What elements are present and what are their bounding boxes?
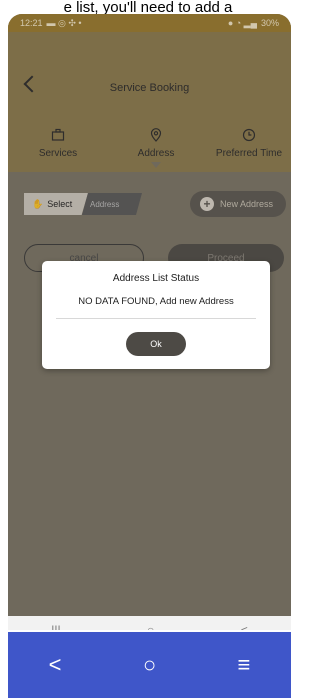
- ok-button[interactable]: Ok: [126, 332, 186, 356]
- nav-menu-icon[interactable]: ≡: [237, 652, 250, 678]
- nav-back-icon[interactable]: <: [49, 652, 62, 678]
- dialog-message: NO DATA FOUND, Add new Address: [78, 296, 234, 307]
- bottom-nav-bar: < ○ ≡: [8, 632, 291, 698]
- recents-icon[interactable]: |||: [51, 623, 60, 630]
- address-status-dialog: Address List Status NO DATA FOUND, Add n…: [42, 261, 270, 369]
- home-icon[interactable]: ○: [147, 623, 154, 630]
- dialog-divider: [56, 318, 256, 319]
- back-icon[interactable]: <: [241, 623, 248, 630]
- dialog-title: Address List Status: [112, 273, 200, 284]
- system-nav-bar: ||| ○ <: [8, 616, 291, 630]
- nav-home-icon[interactable]: ○: [143, 652, 156, 678]
- phone-screen: 12:21 ▬ ◎ ✣ • ● ◔ ▂▄ 30% Service Booking…: [8, 14, 291, 630]
